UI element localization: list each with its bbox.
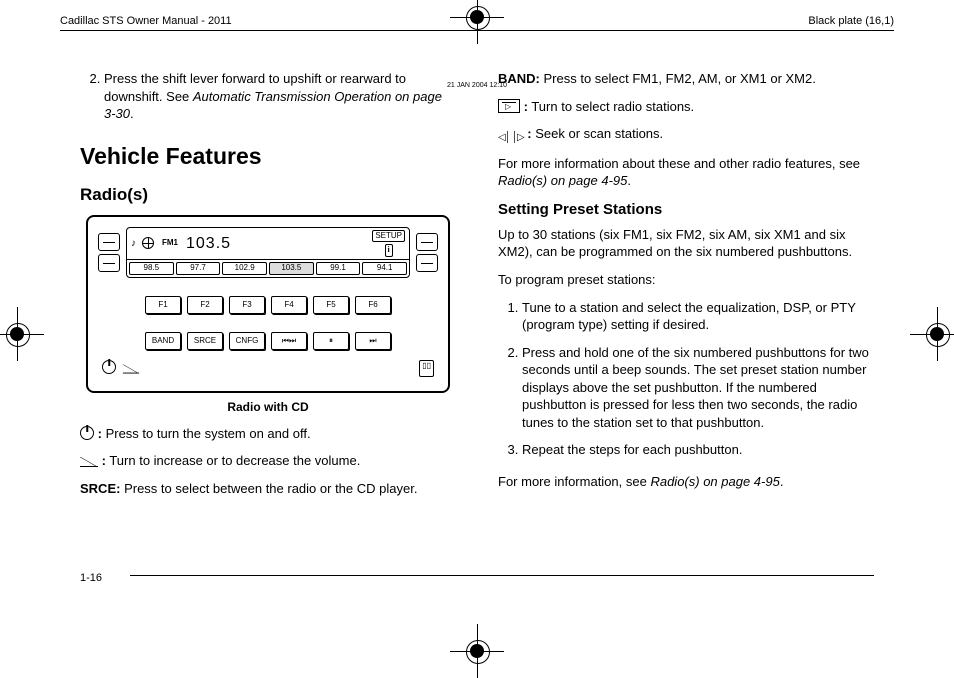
registration-mark-left [0, 307, 44, 361]
srce-desc: SRCE: Press to select between the radio … [80, 480, 456, 498]
seek-desc: ◁│ │▷ : Seek or scan stations. [498, 125, 874, 145]
radio-side-buttons-left [98, 227, 120, 278]
power-desc: : Press to turn the system on and off. [80, 425, 456, 443]
preset-5: 99.1 [316, 262, 361, 275]
radio-info-label: i [385, 244, 393, 257]
dolby-icon: ▯▯ [419, 360, 434, 377]
preset-more-info: For more information, see Radio(s) on pa… [498, 473, 874, 491]
f2-button: F2 [187, 296, 223, 314]
registration-mark-bottom [450, 624, 504, 678]
xref-radios-1: Radio(s) on page 4-95 [498, 173, 627, 188]
preset-2: 97.7 [176, 262, 221, 275]
f1-button: F1 [145, 296, 181, 314]
pause-button: ⏸ [313, 332, 349, 350]
radio-bottom-buttons: BAND SRCE CNFG ⏮⏭ ⏸ ⏭ [98, 332, 438, 350]
column-left: Press the shift lever forward to upshift… [80, 70, 456, 568]
footer-rule-line [130, 575, 874, 576]
header-rule [60, 30, 894, 31]
radio-illustration: ♪ FM1 103.5 21 JAN 2004 12:10 SETUP i 98… [86, 215, 450, 393]
header-left: Cadillac STS Owner Manual - 2011 [60, 14, 477, 29]
next-button: ⏭ [355, 332, 391, 350]
heading-preset-stations: Setting Preset Stations [498, 200, 874, 220]
preset-step-2: Press and hold one of the six numbered p… [522, 344, 874, 432]
seek-scan-icon: ◁│ │▷ [498, 131, 524, 145]
cnfg-button: CNFG [229, 332, 265, 350]
heading-vehicle-features: Vehicle Features [80, 141, 456, 172]
radio-setup-label: SETUP [372, 230, 405, 243]
radio-side-buttons-right [416, 227, 438, 278]
preset-4: 103.5 [269, 262, 314, 275]
preset-step-3: Repeat the steps for each pushbutton. [522, 441, 874, 459]
band-button: BAND [145, 332, 181, 350]
f4-button: F4 [271, 296, 307, 314]
power-icon [80, 426, 94, 440]
shift-lever-step: Press the shift lever forward to upshift… [104, 70, 456, 123]
seek-button: ⏮⏭ [271, 332, 307, 350]
radio-more-info: For more information about these and oth… [498, 155, 874, 190]
registration-mark-right [910, 307, 954, 361]
preset-step-1: Tune to a station and select the equaliz… [522, 299, 874, 334]
volume-wedge-icon [80, 457, 98, 467]
band-desc: BAND: Press to select FM1, FM2, AM, or X… [498, 70, 874, 88]
srce-button: SRCE [187, 332, 223, 350]
preset-1: 98.5 [129, 262, 174, 275]
preset-lead: To program preset stations: [498, 271, 874, 289]
preset-steps: Tune to a station and select the equaliz… [498, 299, 874, 459]
radio-f-buttons: F1 F2 F3 F4 F5 F6 [98, 296, 438, 314]
radio-timestamp: 21 JAN 2004 12:10 [447, 81, 507, 90]
preset-3: 102.9 [222, 262, 267, 275]
page-footer: 1-16 [80, 568, 874, 586]
preset-6: 94.1 [362, 262, 407, 275]
heading-radios: Radio(s) [80, 184, 456, 207]
figure-caption: Radio with CD [80, 399, 456, 415]
header-right: Black plate (16,1) [477, 14, 894, 29]
f6-button: F6 [355, 296, 391, 314]
radio-frequency: 103.5 [186, 233, 231, 255]
power-icon [102, 360, 116, 374]
radio-band-indicator: FM1 [162, 238, 178, 249]
f3-button: F3 [229, 296, 265, 314]
page-number: 1-16 [80, 572, 102, 584]
page-header: Cadillac STS Owner Manual - 2011 Black p… [60, 14, 894, 29]
preset-intro: Up to 30 stations (six FM1, six FM2, six… [498, 226, 874, 261]
tune-desc: : Turn to select radio stations. [498, 98, 874, 116]
radio-display: ♪ FM1 103.5 21 JAN 2004 12:10 SETUP i 98… [126, 227, 410, 278]
radio-preset-strip: 98.5 97.7 102.9 103.5 99.1 94.1 [127, 260, 409, 277]
music-note-icon: ♪ [131, 237, 136, 251]
globe-icon [142, 237, 154, 249]
volume-desc: : Turn to increase or to decrease the vo… [80, 452, 456, 470]
volume-wedge-icon [122, 365, 138, 374]
f5-button: F5 [313, 296, 349, 314]
column-right: BAND: Press to select FM1, FM2, AM, or X… [498, 70, 874, 568]
tape-icon [498, 99, 520, 113]
xref-radios-2: Radio(s) on page 4-95 [650, 474, 779, 489]
